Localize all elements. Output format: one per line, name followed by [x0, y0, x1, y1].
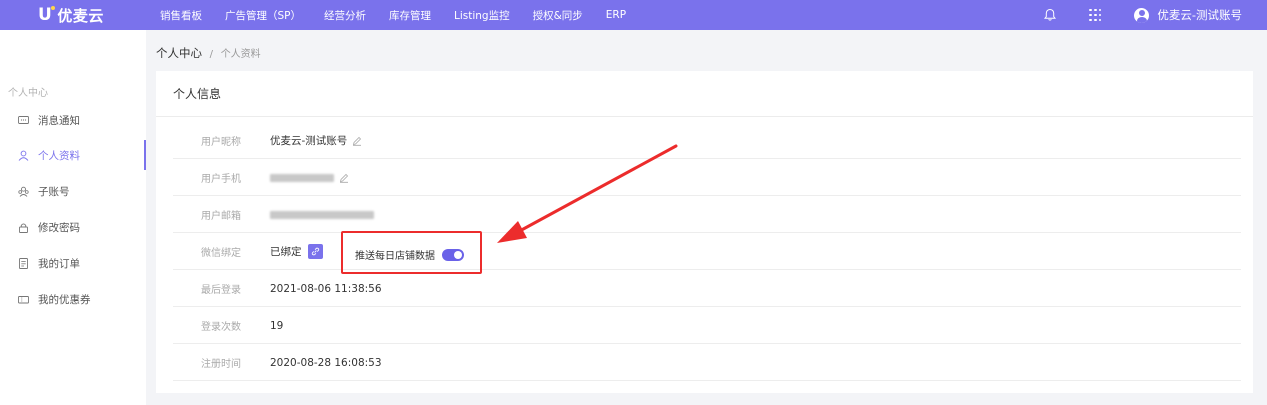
phone-value [270, 173, 349, 183]
sidebar-item-sub-accounts[interactable]: 子账号 [0, 176, 146, 206]
nav-item-auth-sync[interactable]: 授权&同步 [533, 8, 583, 23]
row-register-time: 注册时间 2020-08-28 16:08:53 [173, 345, 1241, 381]
sidebar-item-label: 消息通知 [38, 114, 80, 127]
nav-item-ads[interactable]: 广告管理（SP） [225, 8, 301, 23]
sidebar-item-notifications[interactable]: 消息通知 [0, 105, 146, 135]
nav-item-analysis[interactable]: 经营分析 [324, 8, 366, 23]
push-daily-toggle[interactable] [442, 248, 464, 261]
sidebar: 个人中心 消息通知 个人资料 子账号 修改密码 我的订单 我的优惠券 [0, 30, 146, 405]
nickname-value: 优麦云-测试账号 [270, 133, 362, 148]
lock-icon [17, 221, 29, 233]
sidebar-item-label: 修改密码 [38, 221, 80, 234]
wechat-status: 已绑定 [270, 246, 302, 258]
brand-name: 优麦云 [57, 6, 104, 25]
user-name: 优麦云-测试账号 [1157, 8, 1242, 22]
breadcrumb-root[interactable]: 个人中心 [156, 46, 202, 60]
sidebar-item-label: 个人资料 [38, 149, 80, 162]
push-daily-setting: 推送每日店铺数据 [355, 247, 464, 262]
row-email: 用户邮箱 [173, 197, 1241, 233]
row-phone: 用户手机 [173, 160, 1241, 196]
order-icon [17, 257, 29, 269]
avatar [1134, 7, 1150, 23]
row-nickname: 用户昵称 优麦云-测试账号 [173, 123, 1241, 159]
user-icon [17, 149, 29, 161]
wechat-value: 已绑定 [270, 244, 323, 259]
main-nav: 销售看板 广告管理（SP） 经营分析 库存管理 Listing监控 授权&同步 … [160, 0, 649, 30]
card-title: 个人信息 [156, 71, 1253, 117]
field-label: 用户手机 [201, 174, 241, 185]
nickname-text: 优麦云-测试账号 [270, 135, 348, 147]
field-label: 用户昵称 [201, 137, 241, 148]
last-login-value: 2021-08-06 11:38:56 [270, 282, 382, 295]
sidebar-item-change-password[interactable]: 修改密码 [0, 212, 146, 242]
field-label: 最后登录 [201, 285, 241, 296]
sidebar-item-orders[interactable]: 我的订单 [0, 248, 146, 278]
user-menu[interactable]: 优麦云-测试账号 [1134, 7, 1242, 23]
sidebar-item-coupons[interactable]: 我的优惠券 [0, 284, 146, 314]
field-label: 微信绑定 [201, 248, 241, 259]
field-label: 登录次数 [201, 322, 241, 333]
login-count-value: 19 [270, 319, 284, 332]
brand-mark-icon: U [38, 5, 56, 25]
sidebar-item-label: 子账号 [38, 185, 70, 198]
nav-item-sales-board[interactable]: 销售看板 [160, 8, 202, 23]
header-actions: 优麦云-测试账号 [1043, 0, 1267, 30]
bell-icon[interactable] [1043, 8, 1057, 22]
sidebar-item-profile[interactable]: 个人资料 [0, 140, 146, 170]
sidebar-section-title: 个人中心 [8, 88, 48, 99]
push-daily-label: 推送每日店铺数据 [355, 251, 435, 262]
edit-icon[interactable] [352, 136, 362, 146]
breadcrumb-current: 个人资料 [220, 49, 261, 60]
coupon-icon [17, 293, 29, 305]
message-icon [17, 114, 29, 126]
field-label: 用户邮箱 [201, 211, 241, 222]
sidebar-item-label: 我的优惠券 [38, 293, 91, 306]
redacted-phone [270, 173, 334, 182]
nav-item-erp[interactable]: ERP [606, 9, 626, 21]
row-wechat: 微信绑定 已绑定 [173, 234, 1241, 270]
edit-icon[interactable] [339, 173, 349, 183]
nav-item-inventory[interactable]: 库存管理 [389, 8, 431, 23]
brand-logo[interactable]: U 优麦云 [0, 5, 146, 26]
email-value [270, 210, 374, 219]
apps-grid-icon[interactable] [1089, 9, 1102, 21]
breadcrumb-separator: / [209, 49, 214, 60]
row-last-login: 最后登录 2021-08-06 11:38:56 [173, 271, 1241, 307]
redacted-email [270, 210, 374, 219]
nav-item-listing[interactable]: Listing监控 [454, 8, 510, 23]
row-login-count: 登录次数 19 [173, 308, 1241, 344]
sidebar-item-label: 我的订单 [38, 257, 80, 270]
register-time-value: 2020-08-28 16:08:53 [270, 356, 382, 369]
breadcrumb: 个人中心 / 个人资料 [156, 45, 261, 61]
profile-card: 个人信息 用户昵称 优麦云-测试账号 用户手机 用户邮箱 微信绑定 已绑定 最后… [156, 71, 1253, 393]
sub-account-icon [17, 185, 29, 197]
top-bar: U 优麦云 销售看板 广告管理（SP） 经营分析 库存管理 Listing监控 … [0, 0, 1267, 30]
link-icon[interactable] [307, 244, 323, 259]
field-label: 注册时间 [201, 359, 241, 370]
